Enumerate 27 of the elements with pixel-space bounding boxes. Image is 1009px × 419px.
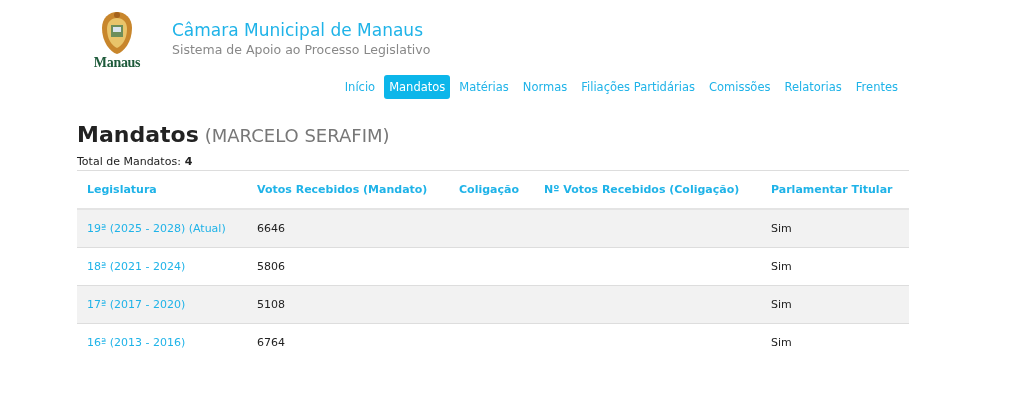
nav-link[interactable]: Mandatos (384, 75, 451, 99)
legislature-link[interactable]: 18ª (2021 - 2024) (87, 260, 186, 273)
nav-link[interactable]: Comissões (703, 75, 776, 99)
table-cell: Sim (771, 298, 792, 311)
page-title: Mandatos (77, 122, 199, 147)
table-cell: 5806 (257, 260, 285, 273)
nav-link[interactable]: Relatorias (779, 75, 847, 99)
nav-link[interactable]: Matérias (454, 75, 514, 99)
nav-link[interactable]: Normas (517, 75, 573, 99)
table-cell: Sim (771, 222, 792, 235)
total-count: 4 (184, 155, 193, 168)
table-cell: Sim (771, 260, 792, 273)
nav-link[interactable]: Filiações Partidárias (576, 75, 700, 99)
page-subtitle: (MARCELO SERAFIM) (204, 125, 390, 146)
nav-link[interactable]: Início (339, 75, 381, 99)
table-cell: 6764 (257, 336, 285, 349)
table-cell: 6646 (257, 222, 285, 235)
table-cell: Sim (771, 336, 792, 349)
site-subtitle: Sistema de Apoio ao Processo Legislativo (172, 41, 431, 59)
legislature-link[interactable]: 17ª (2017 - 2020) (87, 298, 186, 311)
nav-link[interactable]: Frentes (850, 75, 903, 99)
legislature-link[interactable]: 19ª (2025 - 2028) (Atual) (87, 222, 226, 235)
table-cell: 5108 (257, 298, 285, 311)
legislature-link[interactable]: 16ª (2013 - 2016) (87, 336, 186, 349)
site-title: Câmara Municipal de Manaus (172, 19, 424, 41)
logo-text: Manaus (93, 56, 141, 70)
total-label: Total de Mandatos: (77, 155, 181, 168)
